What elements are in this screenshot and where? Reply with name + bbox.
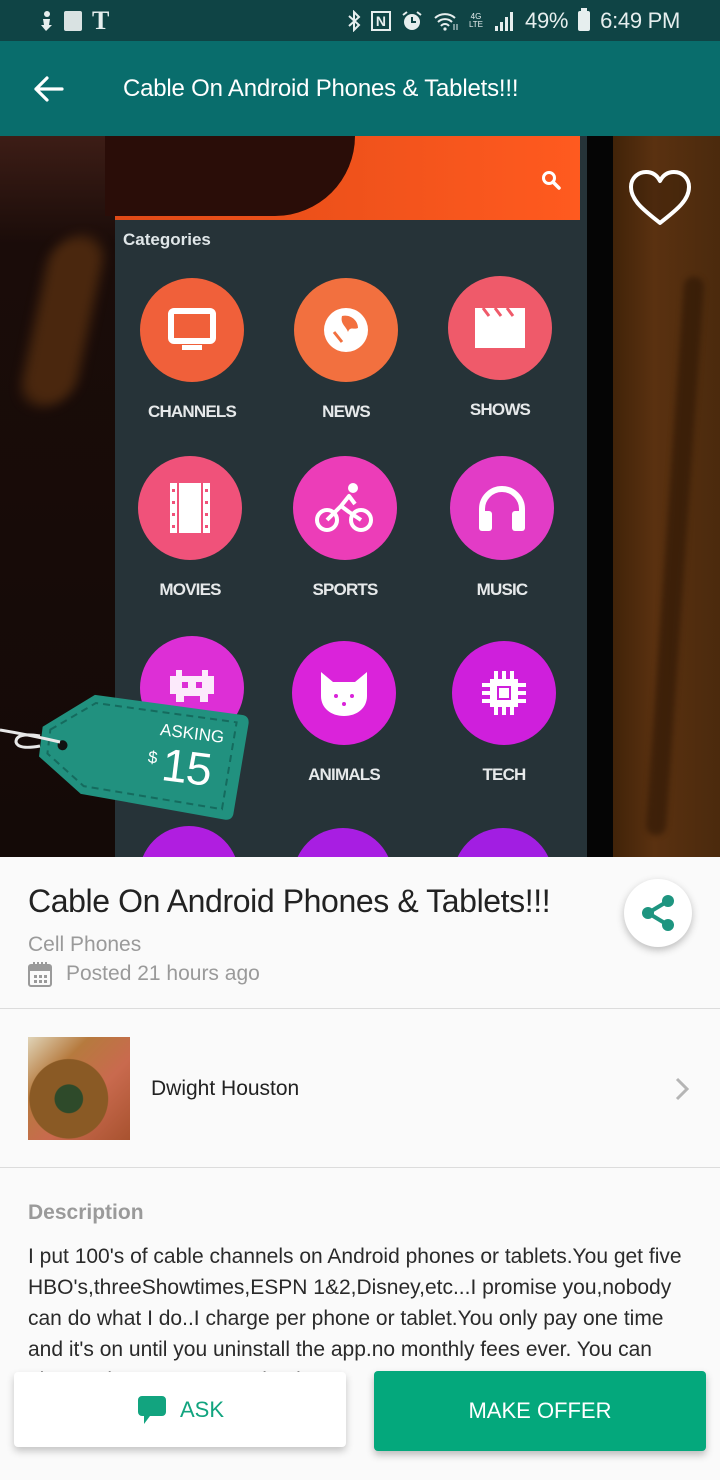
seller-row[interactable]: Dwight Houston: [0, 1010, 720, 1168]
category-label: NEWS: [322, 402, 371, 421]
tv-icon: [168, 308, 216, 350]
film-icon: [170, 483, 210, 533]
search-icon: [542, 171, 561, 190]
nfc-icon: N: [370, 10, 391, 31]
category-label: MOVIES: [159, 580, 221, 599]
ask-button[interactable]: ASK: [14, 1372, 346, 1447]
cat-icon: [321, 672, 367, 716]
status-bar: T N 4G LTE 49% 6:49 PM: [0, 0, 720, 41]
price-amount: 15: [159, 738, 215, 796]
asking-price-tag: ASKING $ 15: [0, 690, 260, 820]
category-tile: NEWS: [281, 278, 411, 422]
category-tile: SPORTS: [280, 456, 410, 600]
battery-icon: [578, 7, 591, 31]
arrow-left-icon: [34, 75, 64, 102]
category-circle: [293, 456, 397, 560]
category-label: SHOWS: [469, 400, 531, 419]
category-tile: TECH: [439, 641, 569, 785]
category-circle-partial: [293, 828, 393, 857]
category-label: TECH: [482, 765, 526, 784]
headphones-icon: [479, 486, 525, 531]
chip-icon: [482, 671, 526, 715]
clapperboard-icon: [475, 307, 525, 348]
phone-bezel: [585, 136, 613, 857]
wifi-icon: [433, 10, 459, 32]
t-mobile-icon: T: [92, 5, 110, 35]
listing-info: Cable On Android Phones & Tablets!!! Cel…: [0, 857, 720, 1009]
listing-posted: Posted 21 hours ago: [28, 961, 260, 987]
alarm-icon: [401, 10, 423, 32]
4g-lte-icon: 4G LTE: [468, 11, 484, 29]
battery-percent: 49%: [525, 7, 569, 33]
listing-title: Cable On Android Phones & Tablets!!!: [28, 883, 551, 919]
category-circle: [452, 641, 556, 745]
back-button[interactable]: [0, 41, 96, 136]
bicycle-icon: [315, 483, 373, 532]
price-tag-shape: [0, 694, 249, 820]
category-tile: MUSIC: [437, 456, 567, 600]
download-icon: [38, 10, 54, 32]
favorite-heart-icon[interactable]: [627, 168, 693, 228]
signal-icon: [493, 10, 515, 32]
category-circle-partial: [453, 828, 553, 857]
share-button[interactable]: [624, 879, 692, 947]
globe-icon: [324, 308, 368, 352]
status-bar-left: T: [38, 5, 110, 35]
description-label: Description: [28, 1201, 144, 1224]
app-bar-title: Cable On Android Phones & Tablets!!!: [123, 74, 519, 102]
category-circle: [450, 456, 554, 560]
category-label: SPORTS: [312, 580, 378, 599]
make-offer-button-label: MAKE OFFER: [468, 1398, 612, 1423]
seller-name: Dwight Houston: [151, 1077, 300, 1100]
make-offer-button[interactable]: MAKE OFFER: [374, 1371, 706, 1451]
calendar-icon: [28, 962, 52, 987]
category-circle-partial: [139, 826, 239, 857]
bluetooth-icon: [347, 9, 361, 32]
listing-category[interactable]: Cell Phones: [28, 933, 141, 957]
posted-time: Posted 21 hours ago: [66, 962, 260, 985]
category-tile: SHOWS: [435, 276, 565, 420]
ask-button-label: ASK: [179, 1396, 225, 1422]
category-circle: [292, 641, 396, 745]
category-label: CHANNELS: [147, 402, 237, 421]
chevron-right-icon: [675, 1077, 690, 1101]
clock: 6:49 PM: [600, 7, 680, 33]
category-circle: [294, 278, 398, 382]
category-tile: MOVIES: [125, 456, 255, 600]
chat-bubble-icon: [137, 1395, 166, 1424]
category-tile: ANIMALS: [279, 641, 409, 785]
notification-box-icon: [64, 10, 82, 31]
category-label: MUSIC: [476, 580, 529, 599]
seller-avatar: [28, 1037, 130, 1140]
category-circle: [138, 456, 242, 560]
category-tile: CHANNELS: [127, 278, 257, 422]
category-circle: [140, 278, 244, 382]
app-bar: Cable On Android Phones & Tablets!!!: [0, 41, 720, 136]
status-bar-right: N 4G LTE 49% 6:49 PM: [347, 7, 680, 34]
share-icon: [642, 895, 674, 931]
categories-heading: Categories: [123, 230, 211, 249]
category-label: ANIMALS: [308, 765, 381, 784]
category-circle: [448, 276, 552, 380]
